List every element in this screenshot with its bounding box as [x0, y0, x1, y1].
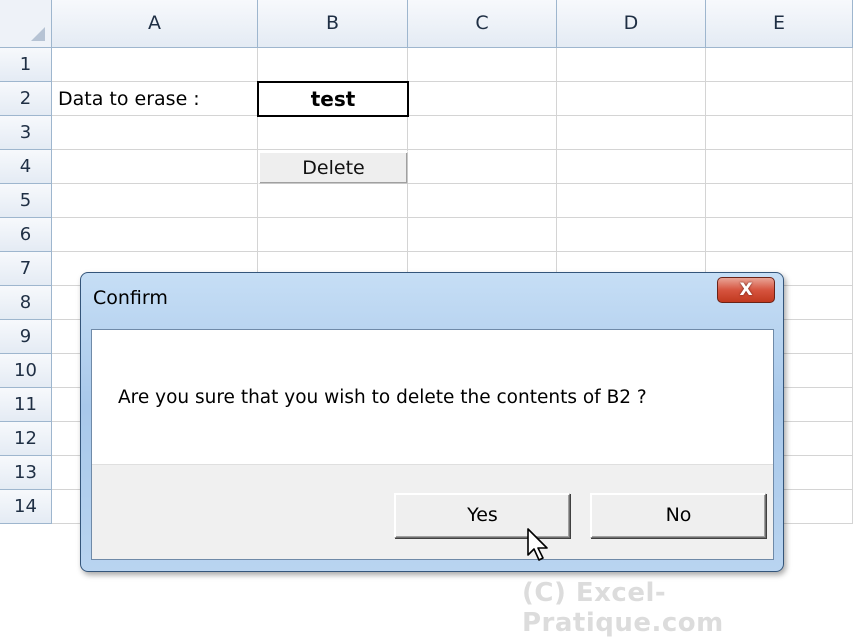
cell-b1[interactable] — [258, 48, 408, 82]
column-header-c[interactable]: C — [408, 0, 557, 48]
row-header-4[interactable]: 4 — [0, 150, 52, 184]
cell-e5[interactable] — [706, 184, 853, 218]
row-header-7[interactable]: 7 — [0, 252, 52, 286]
column-header-e[interactable]: E — [706, 0, 853, 48]
dialog-close-button[interactable]: X — [717, 277, 775, 303]
row-header-8[interactable]: 8 — [0, 286, 52, 320]
select-all-corner-icon — [31, 27, 45, 41]
row-header-1[interactable]: 1 — [0, 48, 52, 82]
dialog-footer: Yes No — [92, 464, 773, 559]
select-all-corner[interactable] — [0, 0, 52, 48]
cell-c4[interactable] — [408, 150, 557, 184]
cell-e1[interactable] — [706, 48, 853, 82]
cell-d2[interactable] — [557, 82, 706, 116]
cell-c6[interactable] — [408, 218, 557, 252]
no-button[interactable]: No — [590, 493, 766, 538]
watermark: (C) Excel-Pratique.com — [522, 578, 724, 638]
cell-e4[interactable] — [706, 150, 853, 184]
cell-c5[interactable] — [408, 184, 557, 218]
cell-d3[interactable] — [557, 116, 706, 150]
column-header-b[interactable]: B — [258, 0, 408, 48]
dialog-message: Are you sure that you wish to delete the… — [118, 387, 647, 408]
cell-c1[interactable] — [408, 48, 557, 82]
cell-b2[interactable]: test — [257, 81, 409, 117]
cell-c3[interactable] — [408, 116, 557, 150]
cell-e2[interactable] — [706, 82, 853, 116]
delete-button[interactable]: Delete — [258, 151, 408, 184]
cell-a5[interactable] — [52, 184, 258, 218]
row-header-11[interactable]: 11 — [0, 388, 52, 422]
row-header-9[interactable]: 9 — [0, 320, 52, 354]
cell-a6[interactable] — [52, 218, 258, 252]
row-header-2[interactable]: 2 — [0, 82, 52, 116]
row-header-14[interactable]: 14 — [0, 490, 52, 524]
row-header-5[interactable]: 5 — [0, 184, 52, 218]
dialog-title: Confirm — [93, 287, 168, 309]
cell-b3[interactable] — [258, 116, 408, 150]
cell-e6[interactable] — [706, 218, 853, 252]
row-header-10[interactable]: 10 — [0, 354, 52, 388]
row-header-12[interactable]: 12 — [0, 422, 52, 456]
cell-a4[interactable] — [52, 150, 258, 184]
cell-a2[interactable]: Data to erase : — [52, 82, 258, 116]
cell-d5[interactable] — [557, 184, 706, 218]
cell-e3[interactable] — [706, 116, 853, 150]
row-header-13[interactable]: 13 — [0, 456, 52, 490]
confirm-dialog: Confirm X Are you sure that you wish to … — [80, 272, 784, 572]
mouse-pointer-icon — [527, 528, 548, 561]
cell-a1[interactable] — [52, 48, 258, 82]
row-header-3[interactable]: 3 — [0, 116, 52, 150]
cell-d4[interactable] — [557, 150, 706, 184]
cell-c2[interactable] — [408, 82, 557, 116]
column-header-d[interactable]: D — [557, 0, 706, 48]
cell-b5[interactable] — [258, 184, 408, 218]
cell-a3[interactable] — [52, 116, 258, 150]
cell-d6[interactable] — [557, 218, 706, 252]
row-header-6[interactable]: 6 — [0, 218, 52, 252]
cell-d1[interactable] — [557, 48, 706, 82]
cell-b6[interactable] — [258, 218, 408, 252]
dialog-body: Are you sure that you wish to delete the… — [91, 329, 774, 560]
close-icon: X — [739, 280, 753, 300]
column-header-a[interactable]: A — [52, 0, 258, 48]
